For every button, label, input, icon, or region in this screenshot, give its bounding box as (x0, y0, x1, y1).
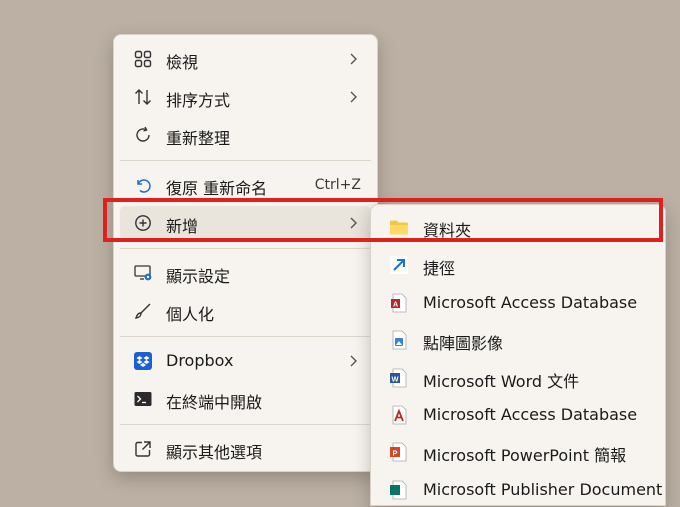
bitmap-icon (389, 330, 409, 350)
chevron-right-icon (349, 50, 359, 68)
brush-icon (134, 302, 152, 320)
submenu-item-label: 捷徑 (423, 259, 456, 278)
submenu-item-label: Microsoft Word 文件 (423, 372, 580, 391)
menu-item-label: 顯示其他選項 (166, 443, 263, 462)
access-icon: A (389, 293, 409, 313)
refresh-icon (134, 126, 152, 144)
menu-item-sort[interactable]: 排序方式 (120, 80, 371, 114)
menu-item-refresh[interactable]: 重新整理 (120, 118, 371, 152)
svg-text:W: W (391, 374, 399, 383)
menu-item-label: 檢視 (166, 53, 199, 72)
submenu-item-shortcut[interactable]: 捷徑 (375, 248, 661, 282)
menu-item-personalize[interactable]: 個人化 (120, 294, 371, 328)
submenu-item-label: Microsoft Access Database (423, 405, 638, 424)
submenu-item-label: Microsoft PowerPoint 簡報 (423, 446, 627, 465)
publisher-icon (389, 480, 409, 500)
menu-item-show-more-options[interactable]: 顯示其他選項 (120, 432, 371, 466)
dropbox-icon (134, 352, 152, 370)
menu-item-label: 顯示設定 (166, 267, 231, 286)
menu-item-label: Dropbox (166, 351, 234, 370)
submenu-item-publisher[interactable]: Microsoft Publisher Document (375, 473, 663, 507)
display-settings-icon (134, 264, 152, 282)
menu-separator (120, 160, 371, 161)
submenu-item-label: 點陣圖影像 (423, 334, 504, 353)
menu-item-label: 重新整理 (166, 129, 231, 148)
svg-text:A: A (393, 302, 398, 309)
menu-item-dropbox[interactable]: Dropbox (120, 344, 371, 378)
new-submenu: 資料夾 捷徑 A Microsoft Access Database 點陣圖影像… (370, 204, 666, 506)
undo-icon (134, 176, 152, 194)
grid-icon (134, 50, 152, 68)
sort-icon (134, 88, 152, 106)
svg-text:P: P (392, 448, 397, 457)
submenu-item-label: Microsoft Publisher Document (423, 480, 663, 499)
submenu-item-bitmap-image[interactable]: 點陣圖影像 (375, 323, 661, 357)
submenu-item-access-database[interactable]: A Microsoft Access Database (375, 286, 661, 320)
menu-item-open-terminal[interactable]: 在終端中開啟 (120, 382, 371, 416)
menu-item-display-settings[interactable]: 顯示設定 (120, 256, 371, 290)
shortcut-text: Ctrl+Z (314, 177, 361, 193)
chevron-right-icon (349, 352, 359, 370)
submenu-item-word-document[interactable]: W Microsoft Word 文件 (375, 361, 661, 395)
word-icon: W (389, 368, 409, 388)
menu-separator (120, 248, 371, 249)
shortcut-icon (389, 255, 409, 275)
context-menu: 檢視 排序方式 重新整理 復原 重新命名 Ctrl+Z 新增 顯示設定 個人化 … (113, 34, 378, 472)
menu-item-label: 排序方式 (166, 91, 231, 110)
submenu-item-powerpoint[interactable]: P Microsoft PowerPoint 簡報 (375, 435, 661, 469)
menu-item-label: 在終端中開啟 (166, 393, 263, 412)
menu-item-label: 復原 重新命名 (166, 179, 268, 198)
submenu-item-label: Microsoft Access Database (423, 293, 638, 312)
chevron-right-icon (349, 88, 359, 106)
external-icon (134, 440, 152, 458)
menu-separator (120, 424, 371, 425)
menu-item-label: 個人化 (166, 305, 215, 324)
menu-item-view[interactable]: 檢視 (120, 42, 371, 76)
terminal-icon (134, 390, 152, 408)
menu-separator (120, 336, 371, 337)
access-icon (389, 405, 409, 425)
powerpoint-icon: P (389, 442, 409, 462)
highlight-box (103, 198, 663, 242)
menu-item-undo-rename[interactable]: 復原 重新命名 Ctrl+Z (120, 168, 371, 202)
submenu-item-access-database-2[interactable]: Microsoft Access Database (375, 398, 661, 432)
